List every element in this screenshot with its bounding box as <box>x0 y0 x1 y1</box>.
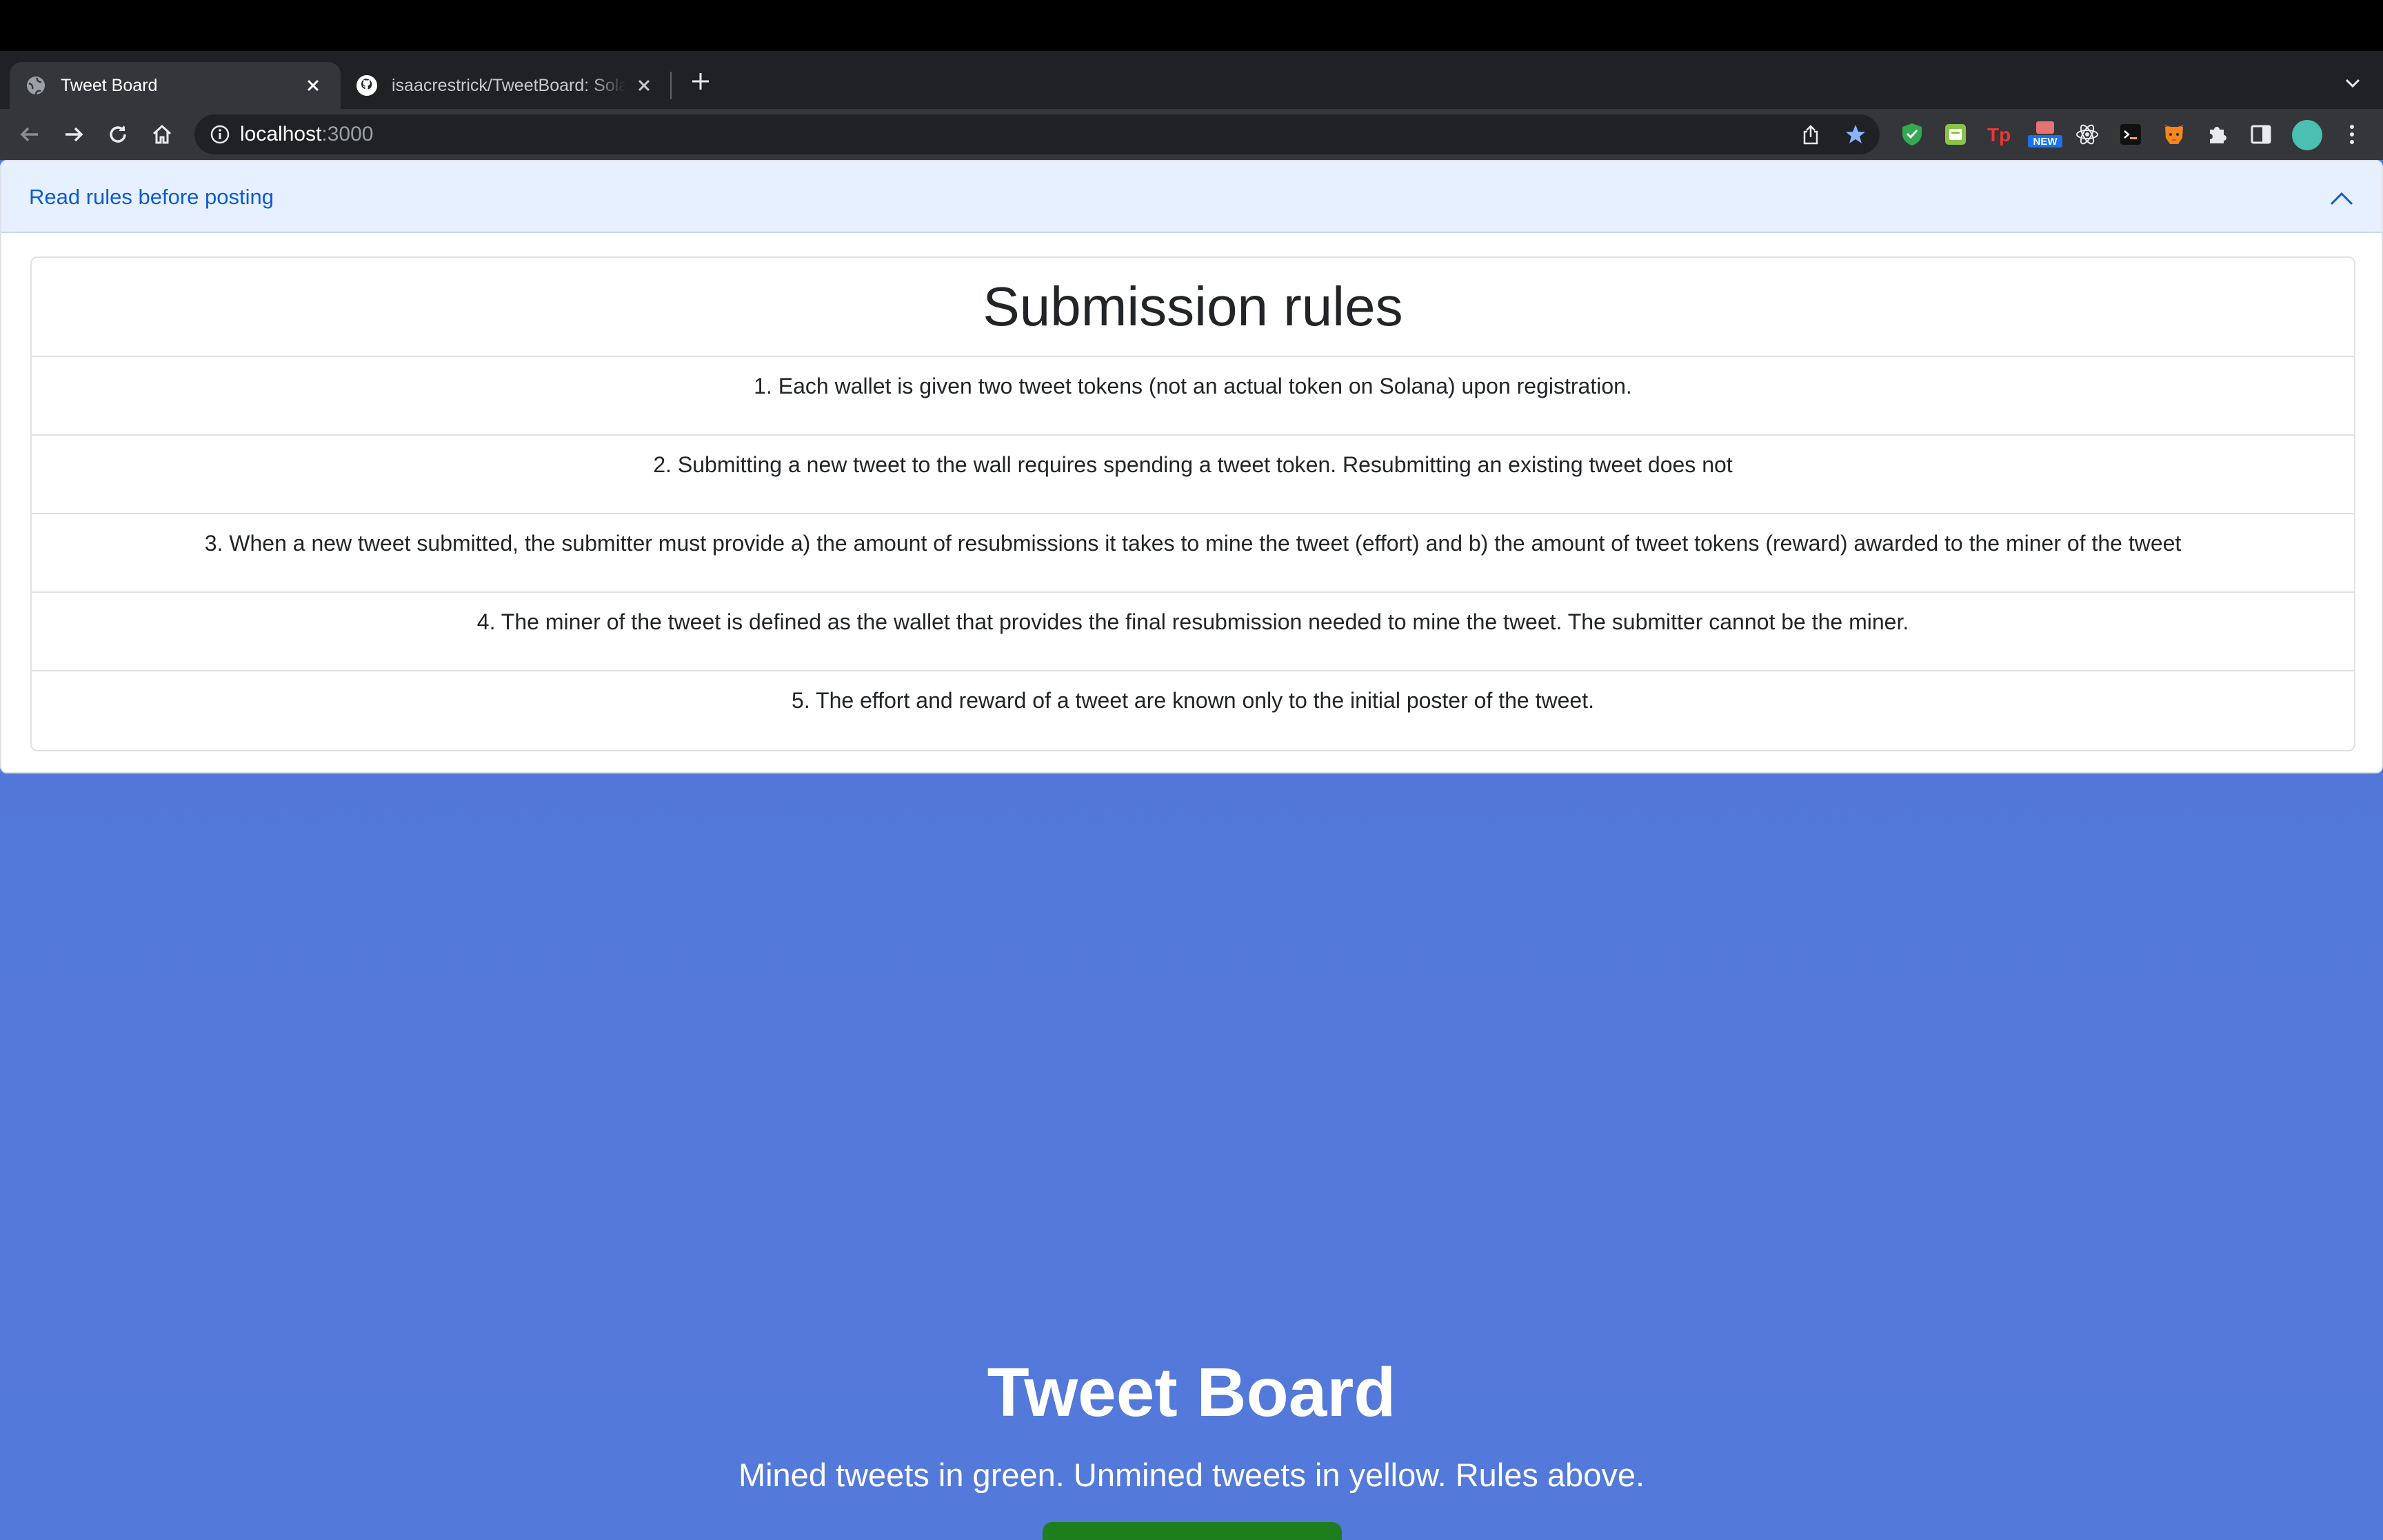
shield-extension-icon[interactable] <box>1896 119 1928 150</box>
side-panel-icon[interactable] <box>2245 119 2277 150</box>
accordion-toggle-button[interactable]: Read rules before posting <box>1 161 2382 233</box>
back-arrow-icon[interactable] <box>14 119 46 150</box>
new-tab-plus-icon[interactable] <box>687 68 714 95</box>
rule-row: 2. Submitting a new tweet to the wall re… <box>32 436 2354 514</box>
tp-extension-icon[interactable]: Tp <box>1983 119 2015 150</box>
tab-github-repo[interactable]: isaacrestrick/TweetBoard: Sola <box>341 62 672 109</box>
rules-table: Submission rules 1. Each wallet is given… <box>30 256 2355 751</box>
tab-divider <box>670 72 672 99</box>
tab-search-chevron-down-icon[interactable] <box>2339 69 2366 97</box>
share-icon[interactable] <box>1799 123 1822 146</box>
puzzle-extensions-icon[interactable] <box>2202 119 2233 150</box>
globe-icon <box>25 74 47 97</box>
rule-row: 1. Each wallet is given two tweet tokens… <box>32 357 2354 436</box>
tab-title: isaacrestrick/TweetBoard: Sola <box>392 75 626 95</box>
url-port: :3000 <box>321 123 374 145</box>
browser-toolbar: localhost:3000 Tp NEW <box>0 109 2383 160</box>
page-content: Read rules before posting Submission rul… <box>0 160 2383 1540</box>
url-host: localhost <box>240 123 322 145</box>
window-title-bar <box>0 0 2383 51</box>
site-info-icon[interactable] <box>208 123 232 146</box>
hero-subtitle: Mined tweets in green. Unmined tweets in… <box>738 1457 1645 1493</box>
address-bar[interactable]: localhost:3000 <box>194 114 1880 154</box>
forward-arrow-icon[interactable] <box>58 119 90 150</box>
reload-icon[interactable] <box>102 119 134 150</box>
url-text: localhost:3000 <box>240 123 373 146</box>
tp-label: Tp <box>1987 124 2011 145</box>
new-badge-extension-icon[interactable]: NEW <box>2027 119 2064 150</box>
home-icon[interactable] <box>146 119 178 150</box>
rule-row: 4. The miner of the tweet is defined as … <box>32 593 2354 671</box>
wallet-action-button[interactable] <box>1043 1522 1342 1540</box>
close-tab-icon[interactable] <box>301 73 325 98</box>
tab-strip: Tweet Board isaacrestrick/TweetBoard: So… <box>0 51 2383 109</box>
rules-heading-cell: Submission rules <box>32 258 2354 357</box>
rule-row: 5. The effort and reward of a tweet are … <box>792 688 1594 713</box>
new-badge-label: NEW <box>2033 136 2058 148</box>
green-extension-icon[interactable] <box>1940 119 1971 150</box>
rule-row: 3. When a new tweet submitted, the submi… <box>32 514 2354 593</box>
accordion-title: Read rules before posting <box>29 185 274 209</box>
bookmark-star-icon[interactable] <box>1844 123 1867 146</box>
browser-menu-kebab-icon[interactable] <box>2336 119 2368 150</box>
chevron-up-icon <box>2326 183 2357 214</box>
metamask-fox-icon[interactable] <box>2158 119 2190 150</box>
rules-heading: Submission rules <box>983 276 1403 337</box>
hero-title: Tweet Board <box>987 1354 1396 1431</box>
close-tab-icon[interactable] <box>632 73 656 98</box>
rules-accordion: Read rules before posting Submission rul… <box>0 160 2383 773</box>
tab-title: Tweet Board <box>61 75 158 95</box>
profile-avatar[interactable] <box>2292 120 2322 150</box>
github-icon <box>356 74 378 97</box>
terminal-extension-icon[interactable] <box>2115 119 2146 150</box>
tab-tweet-board[interactable]: Tweet Board <box>10 62 341 109</box>
react-devtools-icon[interactable] <box>2071 119 2103 150</box>
